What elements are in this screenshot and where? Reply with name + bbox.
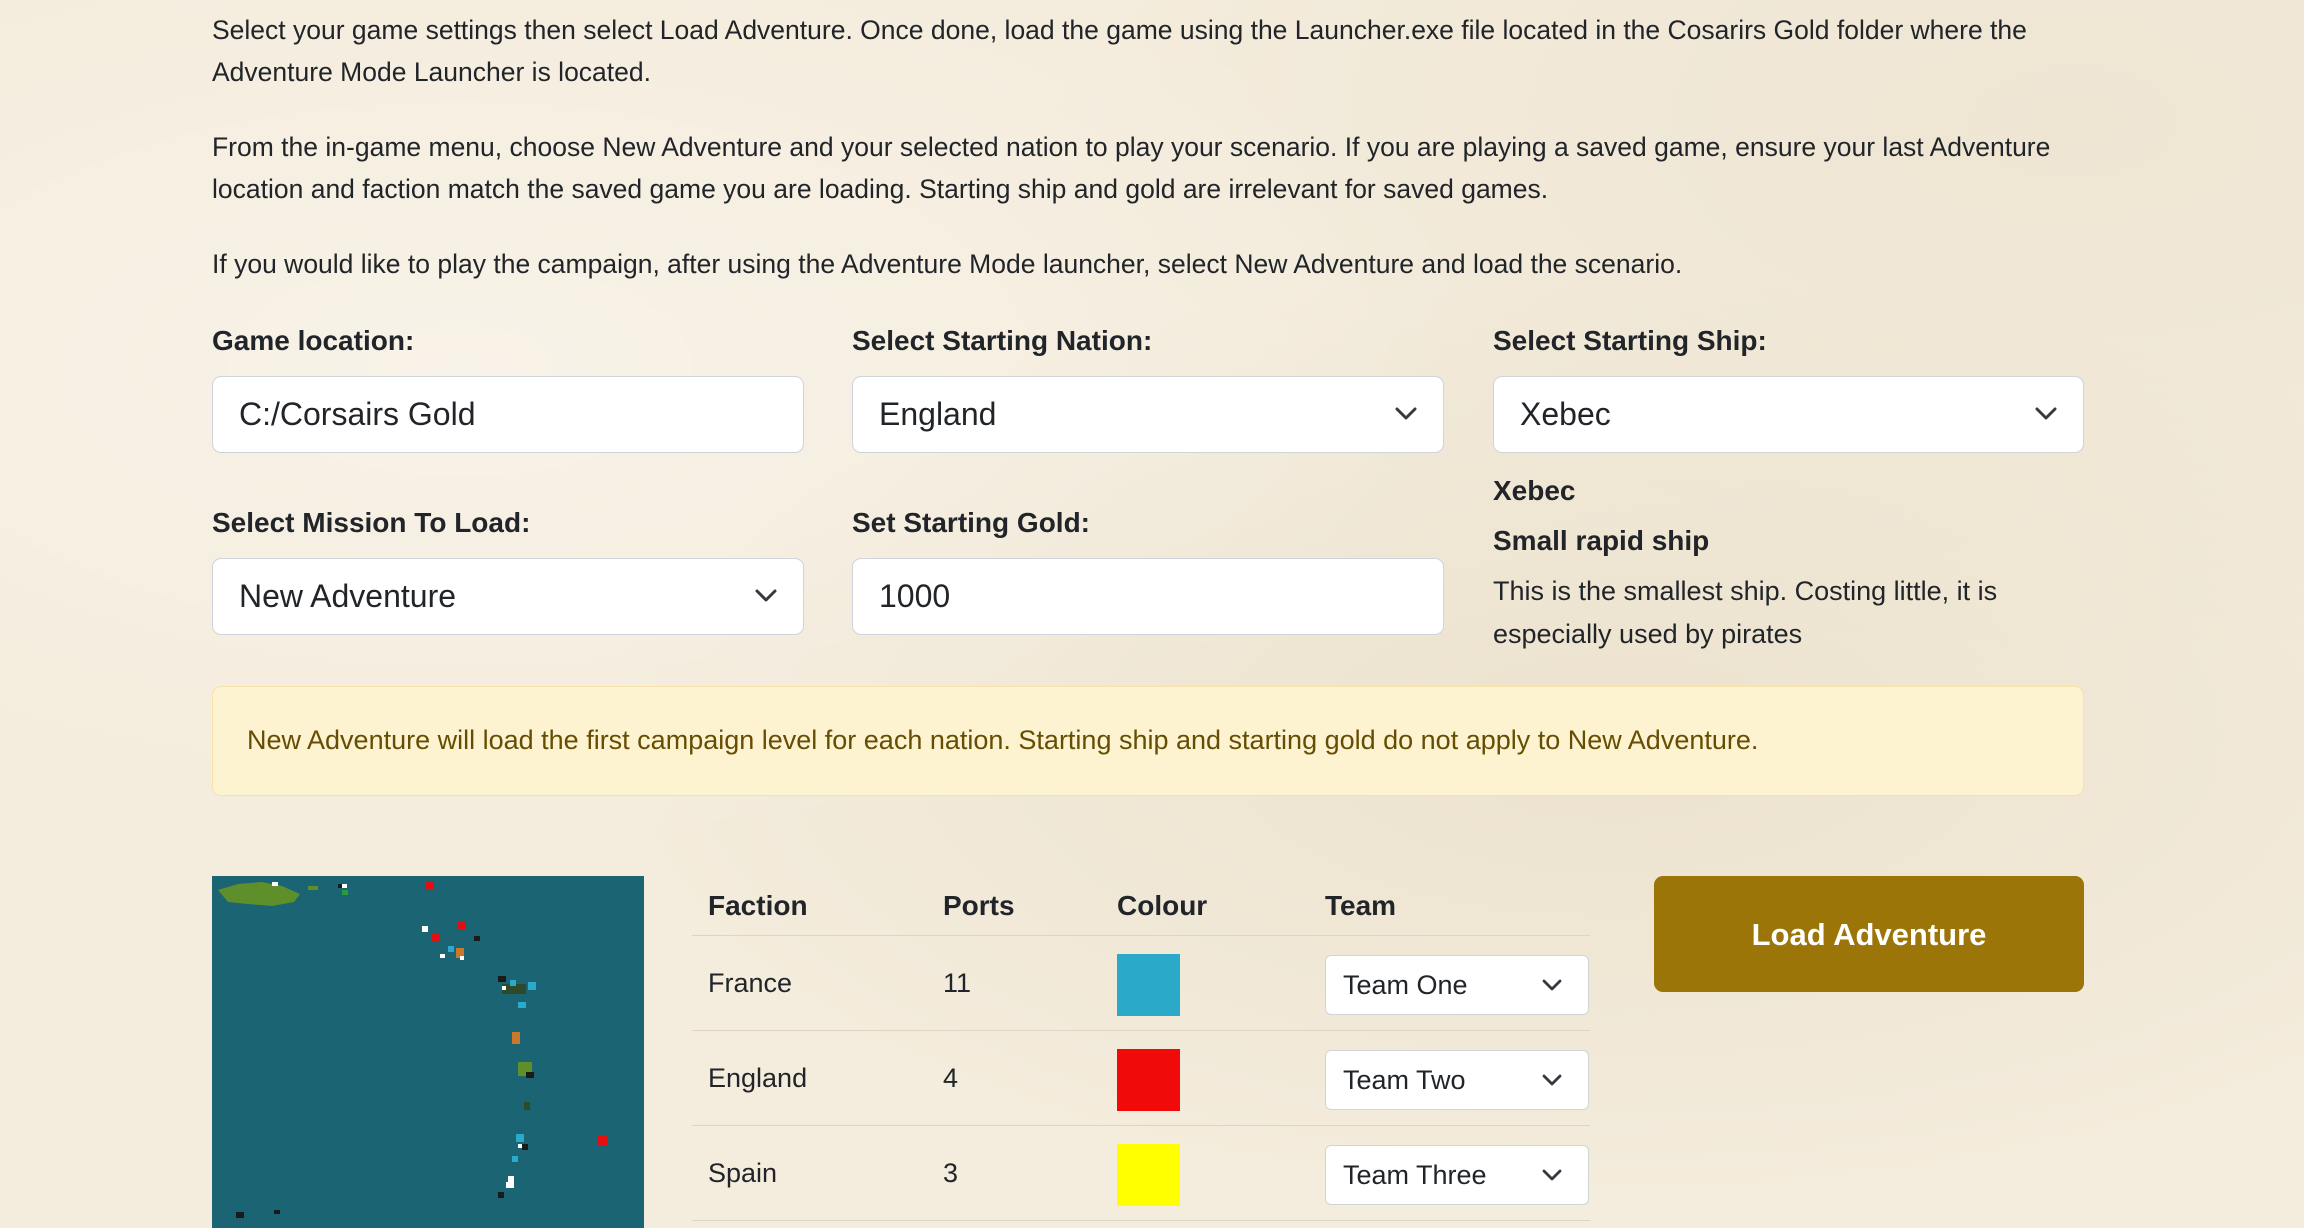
mission-select[interactable]: New Adventure xyxy=(212,558,804,635)
colour-swatch xyxy=(1117,1144,1180,1206)
ship-info-description: This is the smallest ship. Costing littl… xyxy=(1493,576,1998,649)
game-location-label: Game location: xyxy=(212,325,415,356)
team-value: Team Two xyxy=(1343,1065,1466,1095)
starting-ship-value: Xebec xyxy=(1520,396,1611,432)
starting-nation-select[interactable]: England xyxy=(852,376,1444,453)
chevron-down-icon xyxy=(1395,403,1417,425)
intro-paragraph-2: From the in-game menu, choose New Advent… xyxy=(212,132,2051,204)
ports-header: Ports xyxy=(927,876,1101,936)
chevron-down-icon xyxy=(2035,403,2057,425)
alert-text: New Adventure will load the first campai… xyxy=(247,725,1759,755)
table-row: England 4 Team Two xyxy=(692,1030,1590,1126)
team-select[interactable]: Team Two xyxy=(1325,1050,1589,1110)
chevron-down-icon xyxy=(755,585,777,607)
faction-name: Spain xyxy=(692,1125,927,1221)
table-header-row: Faction Ports Colour Team xyxy=(692,876,1590,936)
port-count: 4 xyxy=(927,1030,1101,1126)
starting-ship-label: Select Starting Ship: xyxy=(1493,325,1767,356)
port-count: 3 xyxy=(927,1125,1101,1221)
team-value: Team Three xyxy=(1343,1160,1487,1190)
team-select[interactable]: Team One xyxy=(1325,955,1589,1015)
faction-header: Faction xyxy=(692,876,927,936)
new-adventure-alert: New Adventure will load the first campai… xyxy=(212,686,2084,796)
load-adventure-button[interactable]: Load Adventure xyxy=(1654,876,2084,992)
starting-nation-value: England xyxy=(879,396,997,432)
game-location-input[interactable]: C:/Corsairs Gold xyxy=(212,376,804,453)
team-select[interactable]: Team Three xyxy=(1325,1145,1589,1205)
intro-paragraph-1: Select your game settings then select Lo… xyxy=(212,15,2027,87)
colour-swatch xyxy=(1117,954,1180,1016)
intro-paragraph-3: If you would like to play the campaign, … xyxy=(212,249,1683,279)
table-row: Spain 3 Team Three xyxy=(692,1125,1590,1221)
factions-table: Faction Ports Colour Team France 11 Team… xyxy=(692,876,1590,1221)
chevron-down-icon xyxy=(1542,975,1562,995)
team-header: Team xyxy=(1309,876,1590,936)
team-value: Team One xyxy=(1343,970,1468,1000)
starting-gold-input[interactable]: 1000 xyxy=(852,558,1444,635)
mission-value: New Adventure xyxy=(239,578,457,614)
chevron-down-icon xyxy=(1542,1070,1562,1090)
starting-nation-label: Select Starting Nation: xyxy=(852,325,1153,356)
game-location-value: C:/Corsairs Gold xyxy=(239,396,476,432)
colour-header: Colour xyxy=(1101,876,1309,936)
port-count: 11 xyxy=(927,935,1101,1031)
faction-name: England xyxy=(692,1030,927,1126)
ship-info-type: Small rapid ship xyxy=(1493,525,1710,556)
starting-gold-value: 1000 xyxy=(879,578,951,614)
caribbean-map xyxy=(212,876,644,1228)
chevron-down-icon xyxy=(1542,1165,1562,1185)
ship-info-name: Xebec xyxy=(1493,475,1576,506)
table-row: France 11 Team One xyxy=(692,935,1590,1031)
faction-name: France xyxy=(692,935,927,1031)
starting-ship-select[interactable]: Xebec xyxy=(1493,376,2084,453)
colour-swatch xyxy=(1117,1049,1180,1111)
mission-label: Select Mission To Load: xyxy=(212,507,531,538)
starting-gold-label: Set Starting Gold: xyxy=(852,507,1090,538)
